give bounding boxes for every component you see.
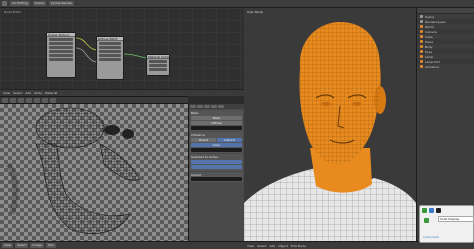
material-icon[interactable] bbox=[424, 218, 429, 223]
influence-section: Influence Direct Indirect Color bbox=[190, 132, 243, 153]
node-title: Material Output bbox=[147, 55, 169, 59]
menu-add[interactable]: Add bbox=[269, 244, 275, 248]
selected-to-active-section: Selected to Active bbox=[190, 154, 243, 171]
list-item[interactable]: Armature bbox=[417, 64, 474, 69]
direct-toggle[interactable]: Direct bbox=[191, 138, 216, 142]
lamp-icon bbox=[420, 60, 423, 63]
proportional-icon[interactable] bbox=[34, 97, 40, 103]
bake-button[interactable]: Bake bbox=[191, 116, 242, 120]
menu-node[interactable]: Node bbox=[34, 91, 42, 95]
cage-extrusion-field[interactable] bbox=[191, 160, 242, 164]
uv-islands bbox=[5, 107, 141, 234]
color-toggle[interactable]: Color bbox=[191, 143, 242, 147]
wireframe-icon[interactable] bbox=[429, 208, 434, 213]
menu-view[interactable]: View bbox=[2, 243, 14, 248]
shading-icon[interactable] bbox=[422, 208, 427, 213]
mesh-icon bbox=[420, 35, 423, 38]
mesh-icon bbox=[420, 50, 423, 53]
outliner-list: Scene RenderLayers World Camera Cube Hea… bbox=[417, 14, 474, 69]
mesh-icon bbox=[420, 45, 423, 48]
node-title: Image Texture bbox=[47, 33, 75, 37]
menu-select[interactable]: Select bbox=[15, 243, 29, 248]
menu-add[interactable]: Add bbox=[25, 91, 31, 95]
menu-select[interactable]: Select bbox=[257, 244, 266, 248]
menu-object[interactable]: Object bbox=[278, 244, 288, 248]
image-texture-node[interactable]: Image Texture bbox=[46, 32, 76, 78]
solid-icon[interactable] bbox=[436, 208, 441, 213]
vertex-select-icon[interactable] bbox=[42, 97, 48, 103]
menu-uvs[interactable]: UVs bbox=[45, 243, 56, 248]
camera-icon bbox=[420, 30, 423, 33]
selected-to-active-title[interactable]: Selected to Active bbox=[191, 155, 242, 159]
popup-tooltip: Solid Display bbox=[438, 216, 474, 222]
indirect-toggle[interactable]: Indirect bbox=[217, 138, 242, 142]
properties-tabs bbox=[189, 104, 244, 109]
object-tab-icon[interactable] bbox=[211, 105, 217, 108]
material-output-node[interactable]: Material Output bbox=[146, 54, 170, 76]
render-tab-icon[interactable] bbox=[190, 105, 196, 108]
bake-type-selector[interactable]: Diffuse bbox=[191, 121, 242, 125]
lamp-icon bbox=[420, 55, 423, 58]
material-tab-icon[interactable] bbox=[218, 105, 224, 108]
head-mesh bbox=[244, 22, 416, 241]
scene-tab-icon[interactable] bbox=[197, 105, 203, 108]
popup-icon-row bbox=[420, 206, 473, 215]
properties-panel: Bake Bake Diffuse Influence Direct Indir… bbox=[188, 104, 244, 241]
node-title: Diffuse BSDF bbox=[97, 37, 123, 41]
app-window: UV Editing Scene Cycles Render Node Edit… bbox=[0, 0, 474, 249]
scene-selector[interactable]: Scene bbox=[32, 1, 46, 6]
uv-editor-canvas[interactable] bbox=[0, 104, 188, 241]
menu-material[interactable]: Material bbox=[45, 91, 57, 95]
display-popup: Solid Display Customize bbox=[419, 205, 474, 243]
diffuse-bsdf-node[interactable]: Diffuse BSDF bbox=[96, 36, 124, 80]
bake-section-title[interactable]: Bake bbox=[191, 111, 242, 115]
editor-type-icon[interactable] bbox=[2, 1, 7, 6]
margin-field[interactable] bbox=[191, 148, 242, 152]
armature-icon bbox=[420, 65, 423, 68]
layers-icon bbox=[420, 20, 423, 23]
viewport-label: User Persp bbox=[247, 10, 264, 14]
output-section: Output bbox=[190, 172, 243, 182]
sync-icon[interactable] bbox=[18, 97, 24, 103]
bake-section: Bake Bake Diffuse bbox=[190, 110, 243, 131]
scene-icon bbox=[420, 15, 423, 18]
edge-select-icon[interactable] bbox=[50, 97, 56, 103]
world-tab-icon[interactable] bbox=[204, 105, 210, 108]
node-editor[interactable]: Node Editor Image Texture Diffuse BSDF M… bbox=[0, 8, 244, 96]
influence-section-title[interactable]: Influence bbox=[191, 133, 242, 137]
view-icon[interactable] bbox=[2, 97, 8, 103]
snap-icon[interactable] bbox=[26, 97, 32, 103]
menu-view[interactable]: View bbox=[247, 244, 254, 248]
top-bar: UV Editing Scene Cycles Render bbox=[0, 0, 474, 8]
customize-link[interactable]: Customize bbox=[423, 235, 439, 239]
layout-selector[interactable]: UV Editing bbox=[10, 1, 30, 6]
menu-view[interactable]: View bbox=[3, 91, 10, 95]
output-margin-field[interactable] bbox=[191, 177, 242, 181]
uv-editor-footer: View Select Image UVs bbox=[0, 241, 244, 249]
render-engine-selector[interactable]: Cycles Render bbox=[48, 1, 75, 6]
mesh-icon bbox=[420, 40, 423, 43]
ray-distance-field[interactable] bbox=[191, 165, 242, 169]
menu-image[interactable]: Image bbox=[30, 243, 44, 248]
menu-select[interactable]: Select bbox=[13, 91, 22, 95]
pivot-icon[interactable] bbox=[10, 97, 16, 103]
uv-editor-header bbox=[0, 96, 188, 104]
bake-color-swatch[interactable] bbox=[191, 126, 242, 130]
node-editor-footer: View Select Add Node Material bbox=[0, 89, 244, 96]
mode-selector[interactable]: Edit Mode bbox=[291, 244, 306, 248]
3d-viewport[interactable]: User Persp bbox=[244, 8, 416, 241]
world-icon bbox=[420, 25, 423, 28]
